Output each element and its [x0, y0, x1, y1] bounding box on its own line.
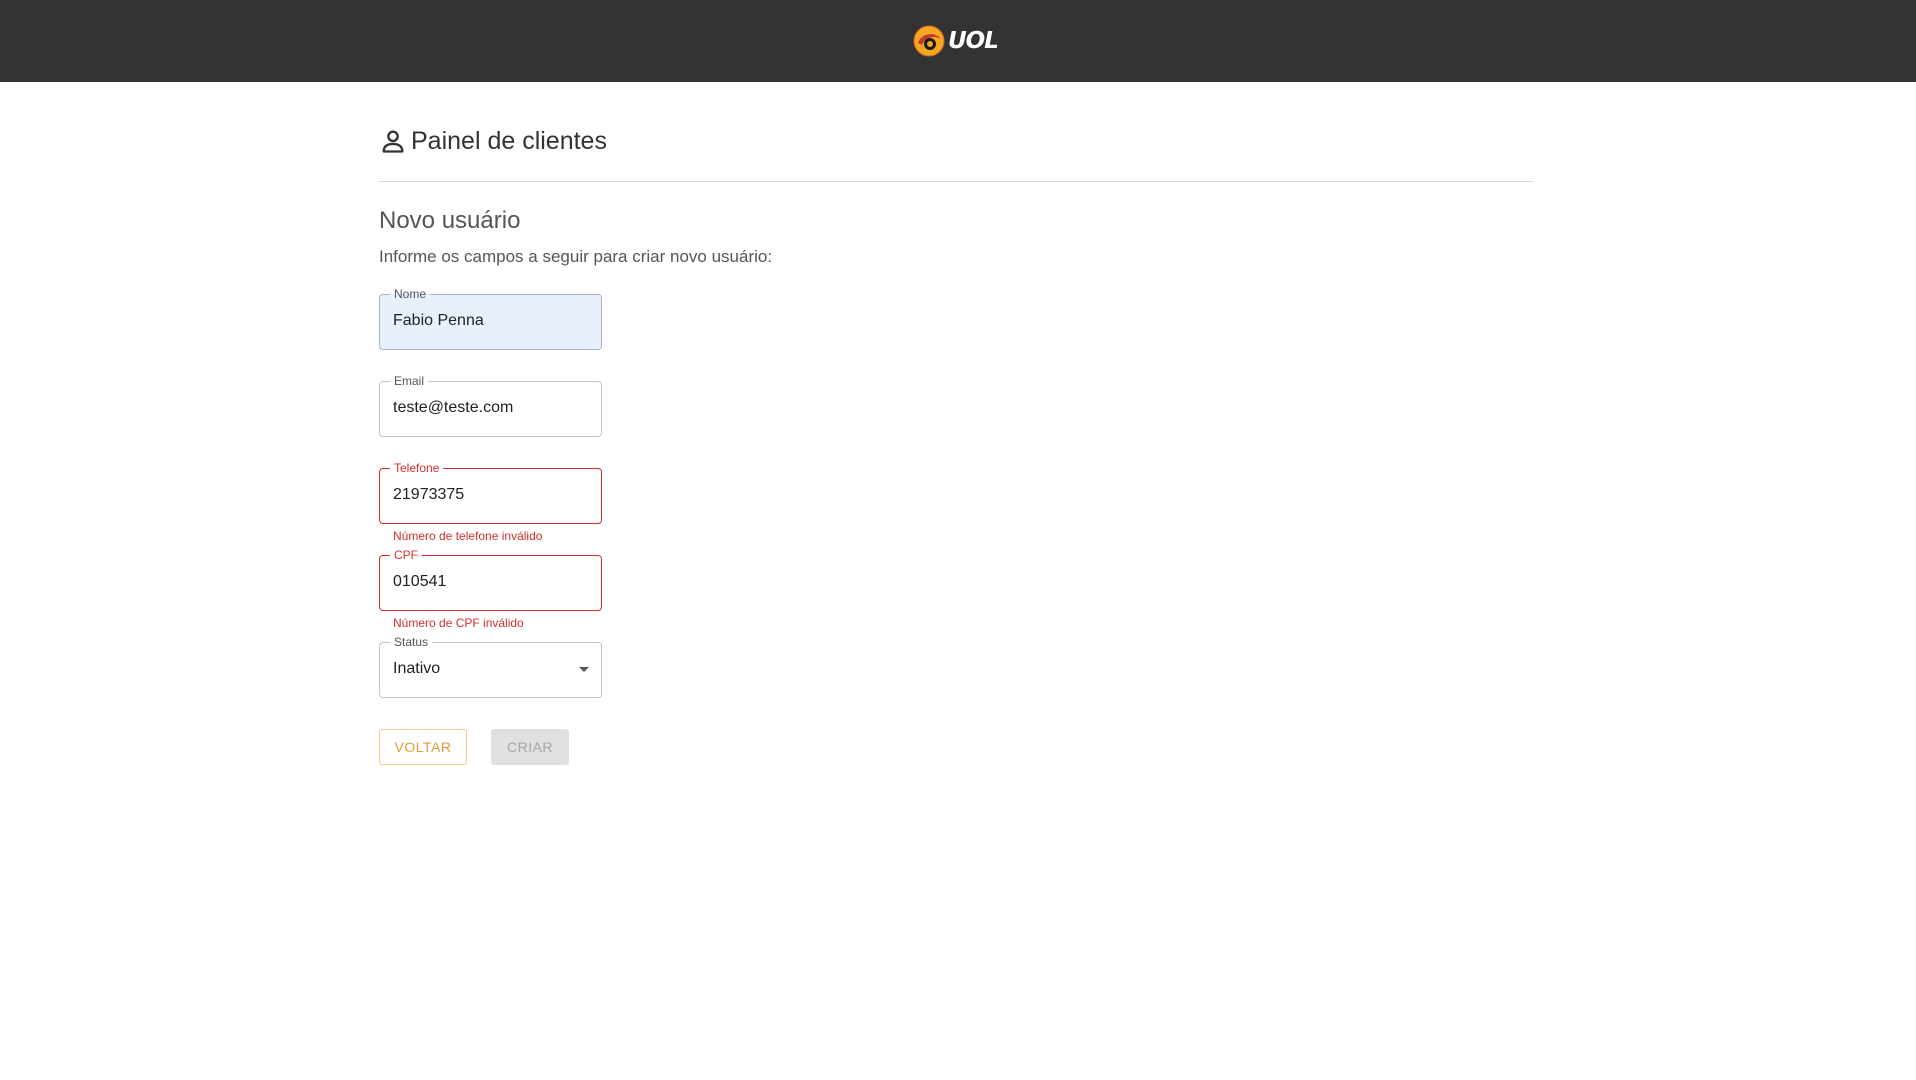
uol-logo-icon: [913, 25, 945, 57]
top-header: UOL: [0, 0, 1916, 82]
dropdown-arrow-icon[interactable]: [579, 667, 589, 672]
uol-logo-text: UOL: [948, 28, 999, 54]
phone-field[interactable]: Telefone 21973375: [379, 460, 602, 524]
status-select-value[interactable]: Inativo: [393, 660, 573, 678]
uol-logo[interactable]: UOL: [913, 24, 999, 58]
status-select-label: Status: [390, 634, 433, 650]
name-field[interactable]: Nome Fabio Penna: [379, 286, 602, 350]
email-field-label: Email: [390, 373, 429, 389]
page-title: Painel de clientes: [411, 126, 607, 155]
phone-error-message: Número de telefone inválido: [393, 529, 543, 543]
form-description: Informe os campos a seguir para criar no…: [379, 247, 773, 266]
back-button[interactable]: VOLTAR: [379, 729, 467, 765]
create-button[interactable]: CRIAR: [491, 729, 569, 765]
cpf-field-label: CPF: [390, 547, 422, 563]
cpf-field-value[interactable]: 010541: [393, 573, 573, 591]
form-title: Novo usuário: [379, 207, 521, 234]
phone-field-label: Telefone: [390, 460, 444, 476]
name-field-label: Nome: [390, 286, 431, 302]
status-select[interactable]: Status Inativo: [379, 634, 602, 698]
panel-header: Painel de clientes: [379, 124, 607, 158]
name-field-value[interactable]: Fabio Penna: [393, 312, 573, 330]
cpf-field[interactable]: CPF 010541: [379, 547, 602, 611]
header-divider: [379, 181, 1533, 182]
email-field-value[interactable]: teste@teste.com: [393, 399, 573, 417]
cpf-error-message: Número de CPF inválido: [393, 616, 524, 630]
person-outline-icon: [379, 127, 407, 155]
email-field[interactable]: Email teste@teste.com: [379, 373, 602, 437]
phone-field-value[interactable]: 21973375: [393, 486, 573, 504]
